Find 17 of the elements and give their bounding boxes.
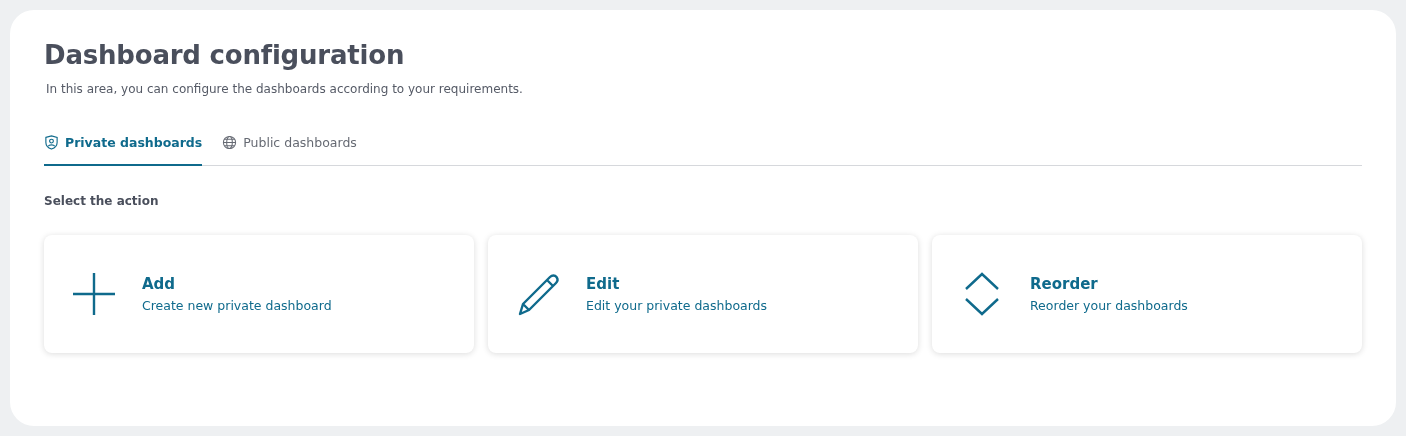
- action-description: Reorder your dashboards: [1030, 298, 1188, 313]
- shield-icon: [44, 135, 59, 150]
- section-label: Select the action: [44, 194, 159, 208]
- action-card[interactable]: Reorder Reorder your dashboards: [932, 235, 1362, 353]
- action-title: Add: [142, 275, 177, 293]
- action-title: Edit: [586, 275, 621, 293]
- globe-icon: [222, 135, 238, 150]
- page-title: Dashboard configuration: [44, 40, 406, 70]
- action-card[interactable]: Add Create new private dashboard: [44, 235, 474, 353]
- tab[interactable]: Public dashboards: [222, 135, 357, 166]
- action-card[interactable]: Edit Edit your private dashboards: [488, 235, 918, 353]
- action-description: Create new private dashboard: [142, 298, 332, 313]
- tab[interactable]: Private dashboards: [44, 135, 203, 166]
- action-title: Reorder: [1030, 275, 1099, 293]
- page-description: In this area, you can configure the dashboards according to your requirements.: [46, 82, 523, 96]
- plus-icon: [70, 270, 118, 318]
- action-description: Edit your private dashboards: [586, 298, 768, 313]
